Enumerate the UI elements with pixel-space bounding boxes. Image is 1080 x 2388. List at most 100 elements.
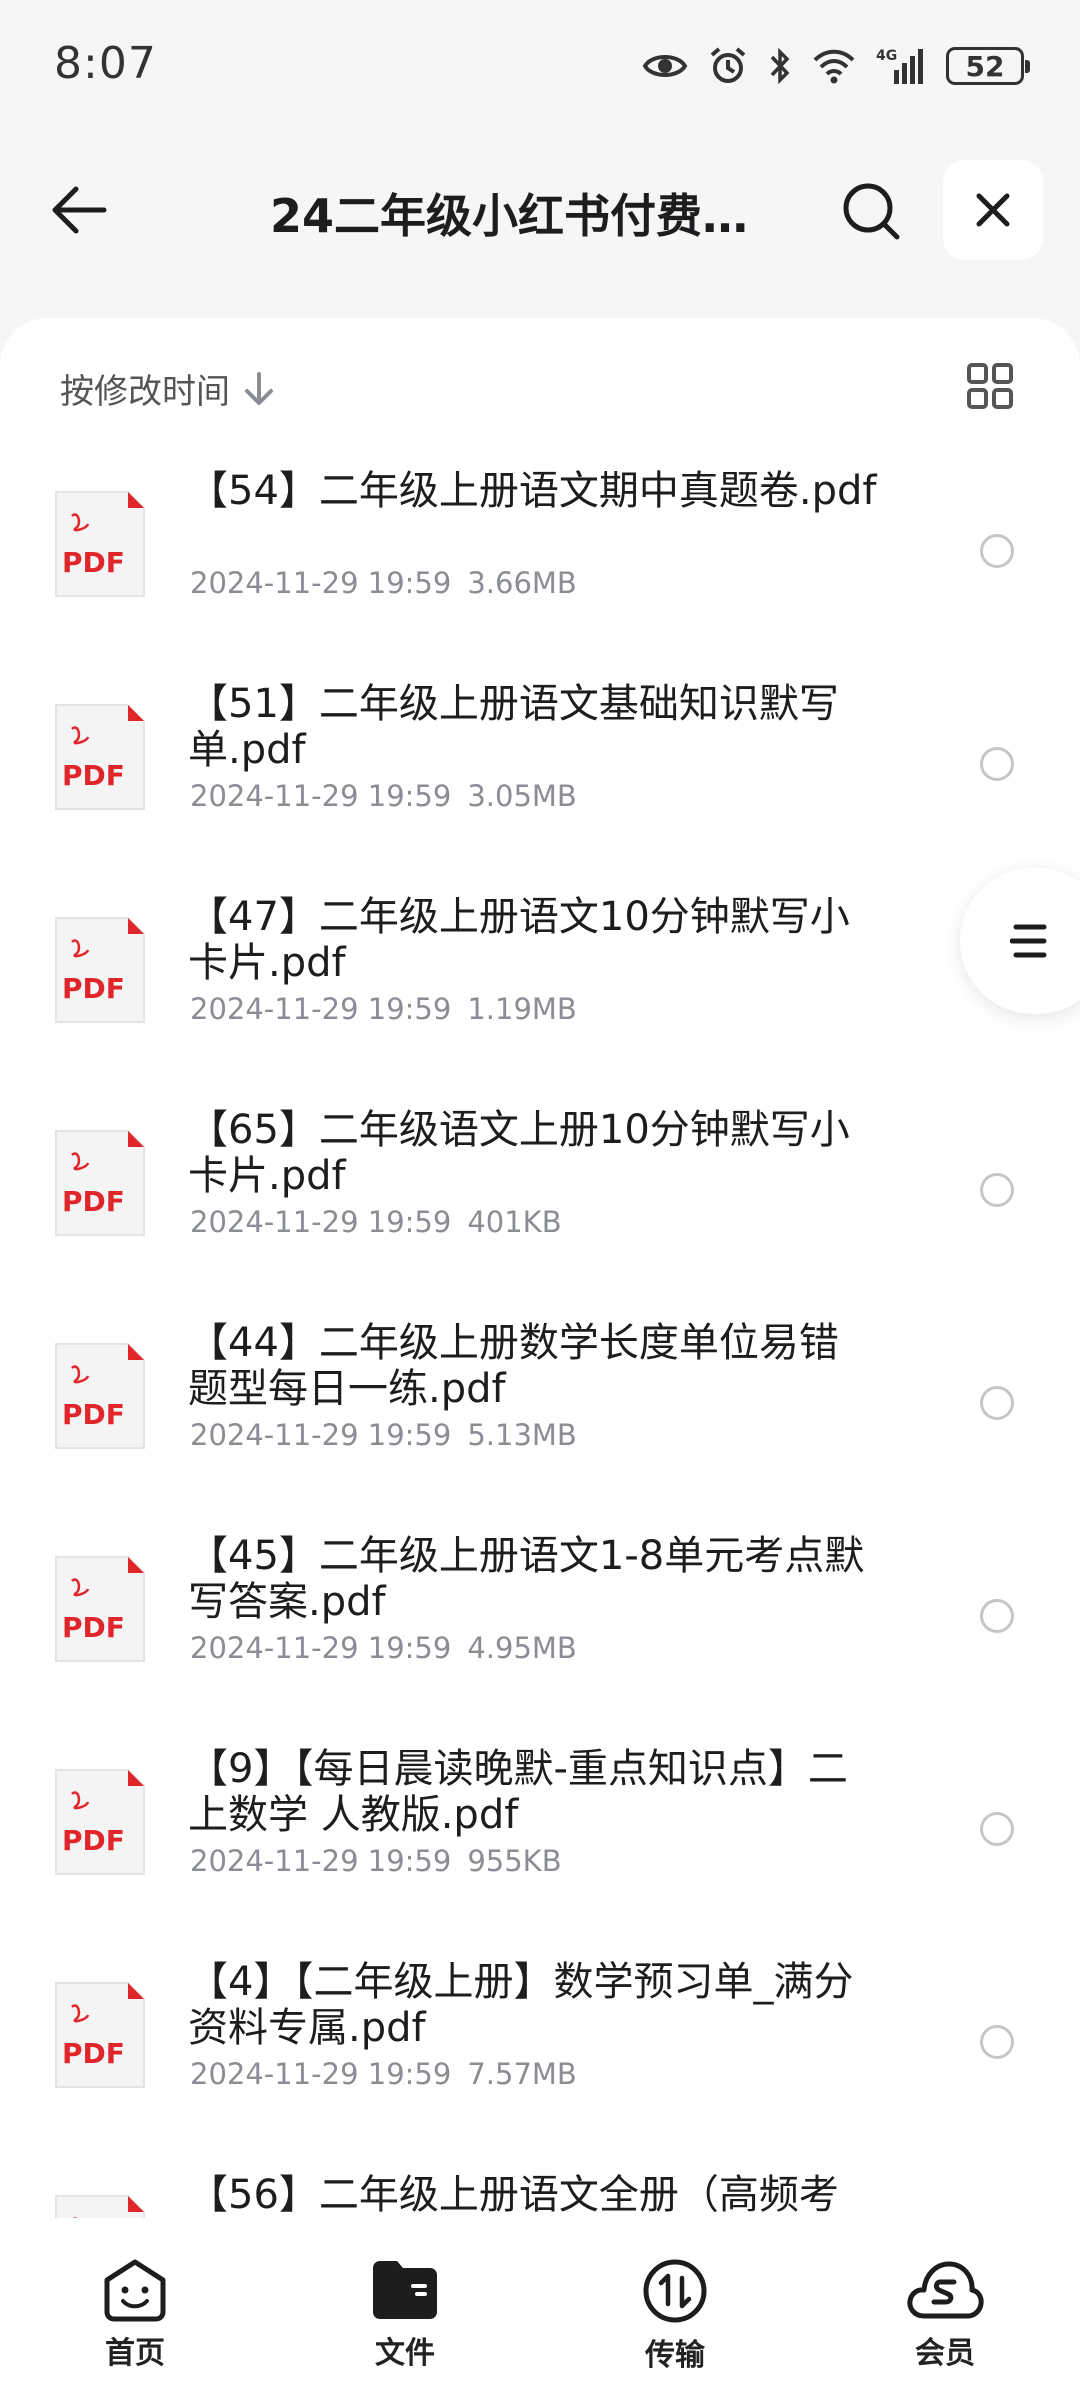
file-item[interactable]: PDF 【65】二年级语文上册10分钟默写小卡片.pdf 2024-11-29 … — [0, 1107, 1080, 1320]
page-title: 24二年级小红书付费课程 — [270, 189, 795, 243]
file-name: 【47】二年级上册语文10分钟默写小卡片.pdf — [188, 894, 850, 986]
pdf-file-icon: PDF — [55, 1130, 145, 1236]
file-item[interactable]: PDF 【4】【二年级上册】数学预习单_满分资料专属.pdf 2024-11-2… — [0, 1959, 1080, 2172]
nav-label: 首页 — [105, 2336, 165, 2371]
status-time: 8:07 — [54, 38, 157, 89]
pdf-file-icon: PDF — [55, 1343, 145, 1449]
file-date: 2024-11-29 19:59 — [190, 1205, 452, 1239]
file-meta: 2024-11-29 19:59 1.19MB — [190, 992, 577, 1026]
eye-icon — [642, 49, 688, 83]
folder-icon — [373, 2261, 437, 2319]
header: 24二年级小红书付费课程 — [0, 150, 1080, 270]
file-size: 4.95MB — [467, 1631, 577, 1665]
select-radio[interactable] — [980, 1386, 1014, 1420]
select-radio[interactable] — [980, 1812, 1014, 1846]
close-icon — [976, 193, 1010, 227]
pdf-file-icon: PDF — [55, 2195, 145, 2218]
file-meta: 2024-11-29 19:59 3.66MB — [190, 566, 577, 600]
file-date: 2024-11-29 19:59 — [190, 1418, 452, 1452]
file-item[interactable]: PDF 【51】二年级上册语文基础知识默写单.pdf 2024-11-29 19… — [0, 681, 1080, 894]
file-panel: 按修改时间 PDF 【54】二年级上册语文期中真题卷.pdf 2024-11-2… — [0, 318, 1080, 2218]
file-size: 3.05MB — [467, 779, 577, 813]
file-item[interactable]: PDF 【9】【每日晨读晚默-重点知识点】二上数学 人教版.pdf 2024-1… — [0, 1746, 1080, 1959]
pdf-label: PDF — [62, 1185, 125, 1218]
file-name: 【45】二年级上册语文1-8单元考点默写答案.pdf — [188, 1533, 865, 1625]
nav-home[interactable]: 首页 — [0, 2218, 270, 2388]
transfer-icon — [643, 2259, 707, 2323]
battery-level: 52 — [965, 49, 1005, 83]
file-item[interactable]: PDF 【47】二年级上册语文10分钟默写小卡片.pdf 2024-11-29 … — [0, 894, 1080, 1107]
file-item[interactable]: PDF 【44】二年级上册数学长度单位易错题型每日一练.pdf 2024-11-… — [0, 1320, 1080, 1533]
file-name: 【54】二年级上册语文期中真题卷.pdf — [188, 468, 877, 514]
home-face-icon — [104, 2259, 166, 2322]
sort-selector[interactable]: 按修改时间 — [60, 364, 276, 413]
file-date: 2024-11-29 19:59 — [190, 992, 452, 1026]
nav-files[interactable]: 文件 — [270, 2218, 540, 2388]
nav-label: 文件 — [375, 2336, 435, 2371]
file-size: 401KB — [467, 1205, 562, 1239]
file-item[interactable]: PDF 【45】二年级上册语文1-8单元考点默写答案.pdf 2024-11-2… — [0, 1533, 1080, 1746]
sort-label: 按修改时间 — [60, 372, 230, 412]
select-radio[interactable] — [980, 747, 1014, 781]
arrow-down-icon — [245, 371, 273, 405]
nav-vip[interactable]: 会员 — [810, 2218, 1080, 2388]
file-meta: 2024-11-29 19:59 401KB — [190, 1205, 562, 1239]
file-meta: 2024-11-29 19:59 7.57MB — [190, 2057, 577, 2091]
select-radio[interactable] — [980, 2025, 1014, 2059]
pdf-label: PDF — [62, 972, 125, 1005]
bluetooth-icon — [768, 46, 792, 86]
file-meta: 2024-11-29 19:59 4.95MB — [190, 1631, 577, 1665]
file-size: 5.13MB — [467, 1418, 577, 1452]
grid-view-button[interactable] — [966, 362, 1014, 410]
pdf-file-icon: PDF — [55, 1769, 145, 1875]
file-name: 【9】【每日晨读晚默-重点知识点】二上数学 人教版.pdf — [188, 1746, 848, 1838]
file-size: 3.66MB — [467, 566, 577, 600]
pdf-file-icon: PDF — [55, 917, 145, 1023]
file-name: 【51】二年级上册语文基础知识默写单.pdf — [188, 681, 839, 773]
file-date: 2024-11-29 19:59 — [190, 1844, 452, 1878]
file-size: 1.19MB — [467, 992, 577, 1026]
file-meta: 2024-11-29 19:59 3.05MB — [190, 779, 577, 813]
pdf-label: PDF — [62, 2037, 125, 2070]
pdf-label: PDF — [62, 1398, 125, 1431]
close-button[interactable] — [943, 160, 1043, 260]
network-type: 4G — [876, 48, 897, 64]
file-meta: 2024-11-29 19:59 5.13MB — [190, 1418, 577, 1452]
status-bar: 8:07 4G 52 — [0, 0, 1080, 130]
file-date: 2024-11-29 19:59 — [190, 1631, 452, 1665]
select-radio[interactable] — [980, 534, 1014, 568]
file-date: 2024-11-29 19:59 — [190, 779, 452, 813]
nav-label: 传输 — [645, 2338, 705, 2373]
pdf-file-icon: PDF — [55, 1556, 145, 1662]
alarm-icon — [708, 46, 748, 86]
pdf-label: PDF — [62, 759, 125, 792]
file-list: PDF 【54】二年级上册语文期中真题卷.pdf 2024-11-29 19:5… — [0, 468, 1080, 2218]
file-item[interactable]: PDF 【56】二年级上册语文全册（高频考 — [0, 2172, 1080, 2218]
pdf-label: PDF — [62, 546, 125, 579]
list-menu-icon — [1010, 924, 1047, 958]
file-name: 【65】二年级语文上册10分钟默写小卡片.pdf — [188, 1107, 850, 1199]
pdf-file-icon: PDF — [55, 704, 145, 810]
search-button[interactable] — [836, 176, 906, 246]
select-radio[interactable] — [980, 1173, 1014, 1207]
pdf-file-icon: PDF — [55, 491, 145, 597]
status-icons: 4G 52 — [642, 40, 1030, 92]
file-date: 2024-11-29 19:59 — [190, 2057, 452, 2091]
wifi-icon — [812, 48, 856, 84]
pdf-label: PDF — [62, 1611, 125, 1644]
file-name: 【56】二年级上册语文全册（高频考 — [188, 2172, 839, 2218]
vip-cloud-icon — [907, 2261, 984, 2319]
bottom-nav: 首页 文件 传输 会员 — [0, 2218, 1080, 2388]
nav-transfer[interactable]: 传输 — [540, 2218, 810, 2388]
nav-label: 会员 — [915, 2336, 975, 2371]
signal-icon: 4G — [876, 46, 926, 86]
file-meta: 2024-11-29 19:59 955KB — [190, 1844, 562, 1878]
grid-icon — [967, 363, 1013, 409]
file-name: 【4】【二年级上册】数学预习单_满分资料专属.pdf — [188, 1959, 854, 2051]
battery-icon: 52 — [946, 47, 1030, 85]
pdf-label: PDF — [62, 1824, 125, 1857]
file-size: 955KB — [467, 1844, 562, 1878]
search-icon — [843, 183, 900, 240]
select-radio[interactable] — [980, 1599, 1014, 1633]
file-item[interactable]: PDF 【54】二年级上册语文期中真题卷.pdf 2024-11-29 19:5… — [0, 468, 1080, 681]
